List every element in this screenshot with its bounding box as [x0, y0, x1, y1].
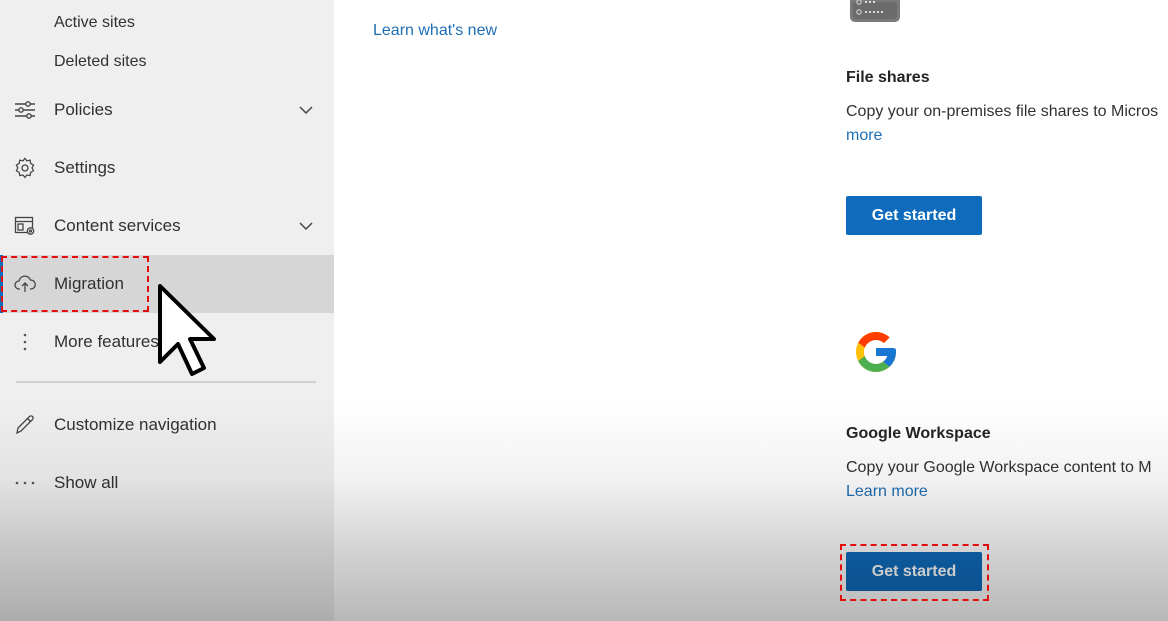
- sliders-icon: [14, 99, 36, 121]
- nav-item-label: Policies: [54, 100, 113, 119]
- chevron-down-icon[interactable]: [297, 217, 315, 235]
- cloud-upload-icon: [14, 273, 36, 295]
- nav-item-label: Settings: [54, 158, 116, 177]
- nav-item-label: More features: [54, 332, 159, 351]
- card-description: Copy your Google Workspace content to M: [846, 459, 1152, 476]
- more-horizontal-icon: [14, 472, 36, 494]
- nav-item-label: Customize navigation: [54, 415, 217, 434]
- gear-icon: [14, 157, 36, 179]
- pencil-icon: [14, 414, 36, 436]
- migration-main-content: Learn what's new File shares Copy your o…: [334, 0, 1168, 621]
- nav-item-customize-navigation[interactable]: Customize navigation: [0, 396, 334, 454]
- nav-link-deleted-sites[interactable]: Deleted sites: [54, 53, 147, 71]
- nav-item-policies[interactable]: Policies: [0, 81, 334, 139]
- nav-link-active-sites[interactable]: Active sites: [54, 14, 135, 32]
- card-description: Copy your on-premises file shares to Mic…: [846, 103, 1159, 120]
- selection-indicator: [0, 255, 3, 313]
- more-vertical-icon: [14, 331, 36, 353]
- nav-item-label: Content services: [54, 216, 181, 235]
- file-shares-get-started-button[interactable]: Get started: [846, 196, 982, 235]
- card-title: Google Workspace: [846, 425, 991, 442]
- mouse-pointer-icon: [156, 284, 220, 383]
- nav-item-content-services[interactable]: Content services: [0, 197, 334, 255]
- nav-item-label: Show all: [54, 473, 119, 492]
- file-server-icon: [850, 0, 900, 29]
- learn-more-link[interactable]: more: [846, 127, 882, 145]
- nav-item-label: Migration: [54, 274, 124, 293]
- nav-item-show-all[interactable]: Show all: [0, 454, 334, 512]
- learn-whats-new-link[interactable]: Learn what's new: [373, 22, 497, 40]
- nav-item-settings[interactable]: Settings: [0, 139, 334, 197]
- card-title: File shares: [846, 69, 930, 86]
- google-workspace-get-started-button[interactable]: Get started: [846, 552, 982, 591]
- content-services-icon: [14, 215, 36, 237]
- chevron-down-icon[interactable]: [297, 101, 315, 119]
- learn-more-link[interactable]: Learn more: [846, 483, 928, 501]
- google-logo-icon: [852, 328, 900, 381]
